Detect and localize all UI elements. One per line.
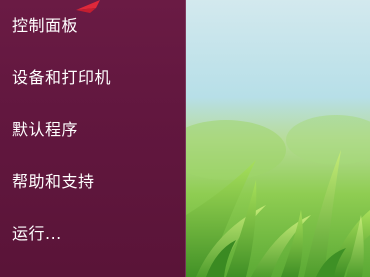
- desktop-wallpaper-grass: [186, 0, 370, 277]
- menu-item-label: 默认程序: [12, 120, 79, 139]
- start-menu-item-help-support[interactable]: 帮助和支持: [0, 160, 186, 196]
- menu-item-label: 控制面板: [12, 16, 79, 35]
- desktop-screen: 控制面板 设备和打印机 默认程序 帮助和支持 运行...: [0, 0, 370, 277]
- start-menu-item-run[interactable]: 运行...: [0, 212, 186, 248]
- start-menu-item-default-programs[interactable]: 默认程序: [0, 108, 186, 144]
- start-menu-item-devices-printers[interactable]: 设备和打印机: [0, 56, 186, 92]
- menu-item-label: 设备和打印机: [12, 68, 112, 87]
- start-menu-right-panel: 控制面板 设备和打印机 默认程序 帮助和支持 运行...: [0, 0, 186, 277]
- menu-item-label: 运行...: [12, 224, 62, 243]
- annotation-arrow-icon: [76, 0, 100, 13]
- menu-item-label: 帮助和支持: [12, 172, 95, 191]
